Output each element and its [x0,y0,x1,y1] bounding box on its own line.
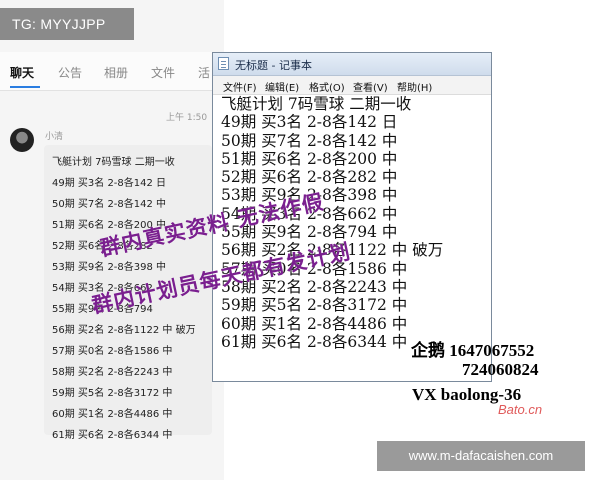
message-line: 61期 买6名 2-8各6344 中 [52,430,173,441]
contact-qq: 企鹅 1647067552 [411,341,535,360]
menu-view[interactable]: 查看(V) [353,79,388,94]
chat-tab-bar: 聊天 公告 相册 文件 活 [0,52,224,91]
message-line: 飞艇计划 7码雪球 二期一收 [52,157,175,168]
site-logo: Bato.cn [498,402,543,417]
menu-file[interactable]: 文件(F) [223,79,257,94]
text-line: 50期 买7名 2-8各142 中 [221,131,398,150]
menu-format[interactable]: 格式(O) [309,79,345,94]
tg-label: TG: MYYJJPP [0,8,134,40]
text-line: 49期 买3名 2-8各142 日 [221,113,398,132]
menu-help[interactable]: 帮助(H) [397,79,432,94]
window-title: 无标题 - 记事本 [235,59,312,72]
active-tab-indicator [10,86,40,88]
message-line: 50期 买7名 2-8各142 中 [52,199,167,210]
text-line: 60期 买1名 2-8各4486 中 [221,314,408,333]
avatar[interactable] [10,128,34,152]
tab-announcement[interactable]: 公告 [58,64,82,81]
text-line: 59期 买5名 2-8各3172 中 [221,296,408,315]
tab-files[interactable]: 文件 [151,64,175,81]
message-timestamp: 上午 1:50 [166,113,208,123]
menu-edit[interactable]: 编辑(E) [265,79,299,94]
menu-bar: 文件(F) 编辑(E) 格式(O) 查看(V) 帮助(H) [213,76,491,95]
text-line: 飞艇计划 7码雪球 二期一收 [221,95,412,113]
watermark-url: www.m-dafacaishen.com [377,441,585,471]
notepad-title-bar[interactable]: 无标题 - 记事本 [213,53,491,76]
tab-album[interactable]: 相册 [104,64,128,81]
text-line: 52期 买6名 2-8各282 中 [221,168,398,187]
message-line: 57期 买0名 2-8各1586 中 [52,346,173,357]
message-line: 60期 买1名 2-8各4486 中 [52,409,173,420]
message-line: 49期 买3名 2-8各142 日 [52,178,167,189]
contact-qq-2: 724060824 [462,360,539,379]
sender-name: 小清 [45,132,64,142]
message-line: 56期 买2名 2-8各1122 中 破万 [52,325,196,336]
message-line: 59期 买5名 2-8各3172 中 [52,388,173,399]
message-line: 58期 买2名 2-8各2243 中 [52,367,173,378]
text-line: 51期 买6名 2-8各200 中 [221,149,398,168]
tab-activity[interactable]: 活 [198,64,210,81]
tab-chat[interactable]: 聊天 [10,64,34,81]
notepad-icon [218,57,229,70]
